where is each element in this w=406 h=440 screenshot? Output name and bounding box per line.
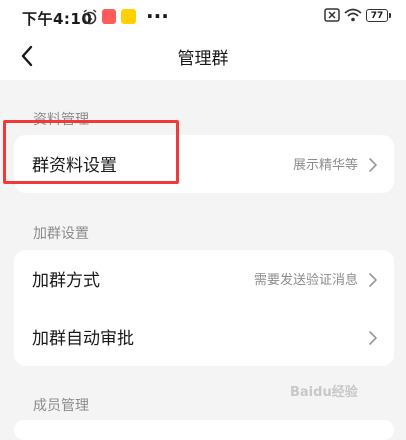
meituan-icon [121, 9, 136, 24]
section-header-join: 加群设置 [33, 226, 89, 242]
status-bar: 下午4:10 ··· 77 [0, 0, 406, 34]
watermark: Baidu经验 [290, 385, 358, 400]
wifi-icon [344, 8, 362, 22]
battery-icon: 77 [366, 9, 391, 22]
chevron-right-icon [369, 158, 377, 172]
row-value: 展示精华等 [292, 158, 358, 173]
chevron-right-icon [369, 273, 377, 287]
more-notifications-icon: ··· [146, 4, 169, 28]
chevron-right-icon [369, 331, 377, 345]
section-header-members: 成员管理 [33, 398, 89, 414]
highlight-annotation [3, 120, 179, 184]
row-label: 加群自动审批 [32, 329, 134, 349]
members-card [14, 420, 394, 440]
nav-bar: 管理群 [0, 34, 406, 80]
auto-approve-row[interactable]: 加群自动审批 [14, 308, 394, 366]
no-sim-icon [324, 8, 340, 22]
alarm-icon [83, 9, 97, 25]
row-label: 加群方式 [32, 271, 100, 291]
join-method-row[interactable]: 加群方式 需要发送验证消息 [14, 250, 394, 308]
join-settings-card: 加群方式 需要发送验证消息 加群自动审批 [14, 250, 394, 366]
row-value: 需要发送验证消息 [253, 273, 358, 288]
app-notification-icon [102, 9, 116, 24]
page-title: 管理群 [177, 49, 229, 69]
